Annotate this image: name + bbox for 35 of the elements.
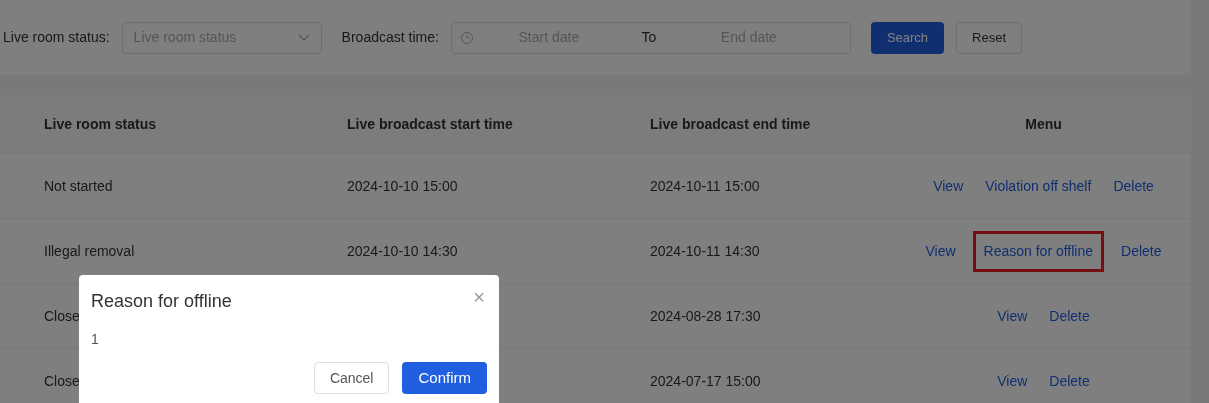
cancel-button[interactable]: Cancel xyxy=(313,362,390,394)
action-link[interactable]: Delete xyxy=(1044,370,1095,392)
search-button[interactable]: Search xyxy=(870,21,945,54)
confirm-button[interactable]: Confirm xyxy=(402,362,487,394)
column-header: Live broadcast end time xyxy=(650,114,811,134)
close-button[interactable]: × xyxy=(473,287,485,307)
column-header: Live room status xyxy=(44,114,157,134)
table-cell-text: 2024-10-10 15:00 xyxy=(347,176,458,196)
action-link[interactable]: Delete xyxy=(1044,305,1095,327)
action-link[interactable]: Reason for offline xyxy=(972,230,1105,272)
table-cell-text: 2024-08-28 17:30 xyxy=(650,306,761,326)
column-header: Live broadcast start time xyxy=(347,114,513,134)
table-cell-text: 2024-07-17 15:00 xyxy=(650,371,761,391)
table-cell-text: 2024-10-11 15:00 xyxy=(650,176,760,196)
chevron-down-icon xyxy=(297,33,310,42)
column-header: Menu xyxy=(1025,114,1062,134)
table-cell-text: Close xyxy=(44,371,80,391)
table-cell-text: Illegal removal xyxy=(44,241,135,261)
action-link[interactable]: Delete xyxy=(1108,175,1159,197)
dialog-message: 1 xyxy=(91,330,100,349)
table-cell-text: 2024-10-10 14:30 xyxy=(347,241,458,261)
action-link[interactable]: View xyxy=(928,175,969,197)
field-label: Broadcast time: xyxy=(341,28,439,47)
table-cell-text: Close xyxy=(44,306,80,326)
table-cell-text: 2024-10-11 14:30 xyxy=(650,241,760,261)
table-cell-text: Not started xyxy=(44,176,113,196)
action-link[interactable]: View xyxy=(992,370,1033,392)
action-link[interactable]: View xyxy=(992,305,1033,327)
clock-icon xyxy=(459,30,474,45)
field-label: Live room status: xyxy=(3,28,110,47)
action-link[interactable]: Delete xyxy=(1116,240,1167,262)
dialog-title: Reason for offline xyxy=(91,290,232,313)
action-link[interactable]: Violation off shelf xyxy=(980,175,1097,197)
action-link[interactable]: View xyxy=(920,240,961,262)
reset-button[interactable]: Reset xyxy=(956,21,1023,54)
